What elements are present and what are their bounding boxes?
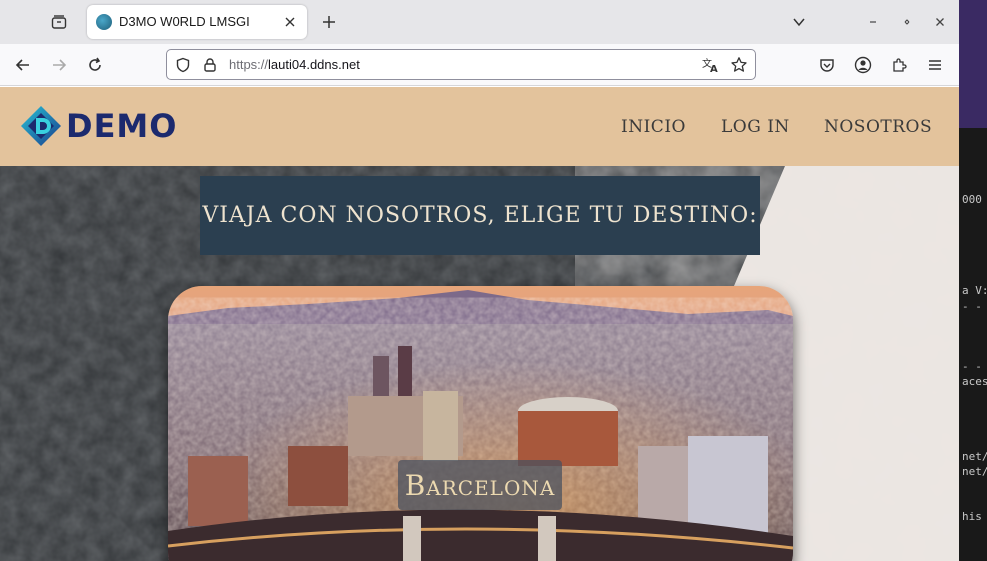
tab-overview-icon[interactable] xyxy=(48,11,70,33)
navigation-toolbar: https://lauti04.ddns.net 文A xyxy=(0,44,959,86)
pocket-icon[interactable] xyxy=(814,52,840,78)
address-bar[interactable]: https://lauti04.ddns.net 文A xyxy=(166,49,756,80)
back-arrow-icon[interactable] xyxy=(10,52,36,78)
close-icon[interactable] xyxy=(281,13,299,31)
site-logo[interactable]: DEMO xyxy=(20,105,177,147)
hero-title-box: VIAJA CON NOSOTROS, ELIGE TU DESTINO: xyxy=(200,176,760,255)
url-text[interactable]: https://lauti04.ddns.net xyxy=(229,57,360,72)
reload-icon[interactable] xyxy=(82,52,108,78)
new-tab-button[interactable] xyxy=(318,11,340,33)
close-window-icon[interactable] xyxy=(929,11,951,33)
hamburger-menu-icon[interactable] xyxy=(922,52,948,78)
account-icon[interactable] xyxy=(850,52,876,78)
terminal-line: aces xyxy=(962,375,987,388)
web-page: DEMO INICIO LOG IN NOSOTROS VIAJA CON NO… xyxy=(0,87,959,561)
site-favicon-icon xyxy=(96,14,112,30)
terminal-line: - - xyxy=(962,360,982,373)
translate-icon[interactable]: 文A xyxy=(701,55,721,75)
terminal-line: net/ xyxy=(962,450,987,463)
desktop-wallpaper xyxy=(959,0,987,128)
logo-text: DEMO xyxy=(66,107,178,145)
terminal-line: - - xyxy=(962,300,982,313)
destination-label: Barcelona xyxy=(404,468,556,502)
url-host: lauti04.ddns.net xyxy=(268,57,360,72)
hero-section: VIAJA CON NOSOTROS, ELIGE TU DESTINO: Ba… xyxy=(0,166,959,561)
tab-title: D3MO W0RLD LMSGI xyxy=(119,14,250,29)
site-header: DEMO INICIO LOG IN NOSOTROS xyxy=(0,87,959,166)
extensions-puzzle-icon[interactable] xyxy=(886,52,912,78)
url-scheme: https:// xyxy=(229,57,269,72)
terminal-line: 000 xyxy=(962,193,982,206)
destination-card[interactable] xyxy=(168,286,793,561)
forward-arrow-icon[interactable] xyxy=(46,52,72,78)
tracking-protection-shield-icon[interactable] xyxy=(173,55,193,75)
lock-icon[interactable] xyxy=(200,55,220,75)
destination-label-box[interactable]: Barcelona xyxy=(398,460,562,510)
desktop-background: 000 a V: - - - - aces net/ net/p his c xyxy=(959,0,987,561)
minimize-icon[interactable] xyxy=(862,11,884,33)
terminal-window: 000 a V: - - - - aces net/ net/p his c xyxy=(959,128,987,561)
barcelona-photo xyxy=(168,286,793,561)
terminal-line: net/p xyxy=(962,465,987,478)
list-all-tabs-icon[interactable] xyxy=(788,11,810,33)
restore-icon[interactable] xyxy=(896,11,918,33)
nav-link-login[interactable]: LOG IN xyxy=(721,117,790,137)
terminal-line: a V: xyxy=(962,284,987,297)
browser-window: D3MO W0RLD LMSGI https://lauti04.ddns.ne… xyxy=(0,0,959,561)
nav-link-nosotros[interactable]: NOSOTROS xyxy=(824,117,932,137)
tab-active[interactable]: D3MO W0RLD LMSGI xyxy=(87,5,307,39)
bookmark-star-icon[interactable] xyxy=(729,55,749,75)
hero-title: VIAJA CON NOSOTROS, ELIGE TU DESTINO: xyxy=(202,203,758,228)
terminal-line: his c xyxy=(962,510,987,523)
tab-bar: D3MO W0RLD LMSGI xyxy=(0,0,959,44)
logo-diamond-icon xyxy=(21,106,61,146)
nav-link-inicio[interactable]: INICIO xyxy=(621,117,686,137)
svg-text:A: A xyxy=(710,64,718,73)
